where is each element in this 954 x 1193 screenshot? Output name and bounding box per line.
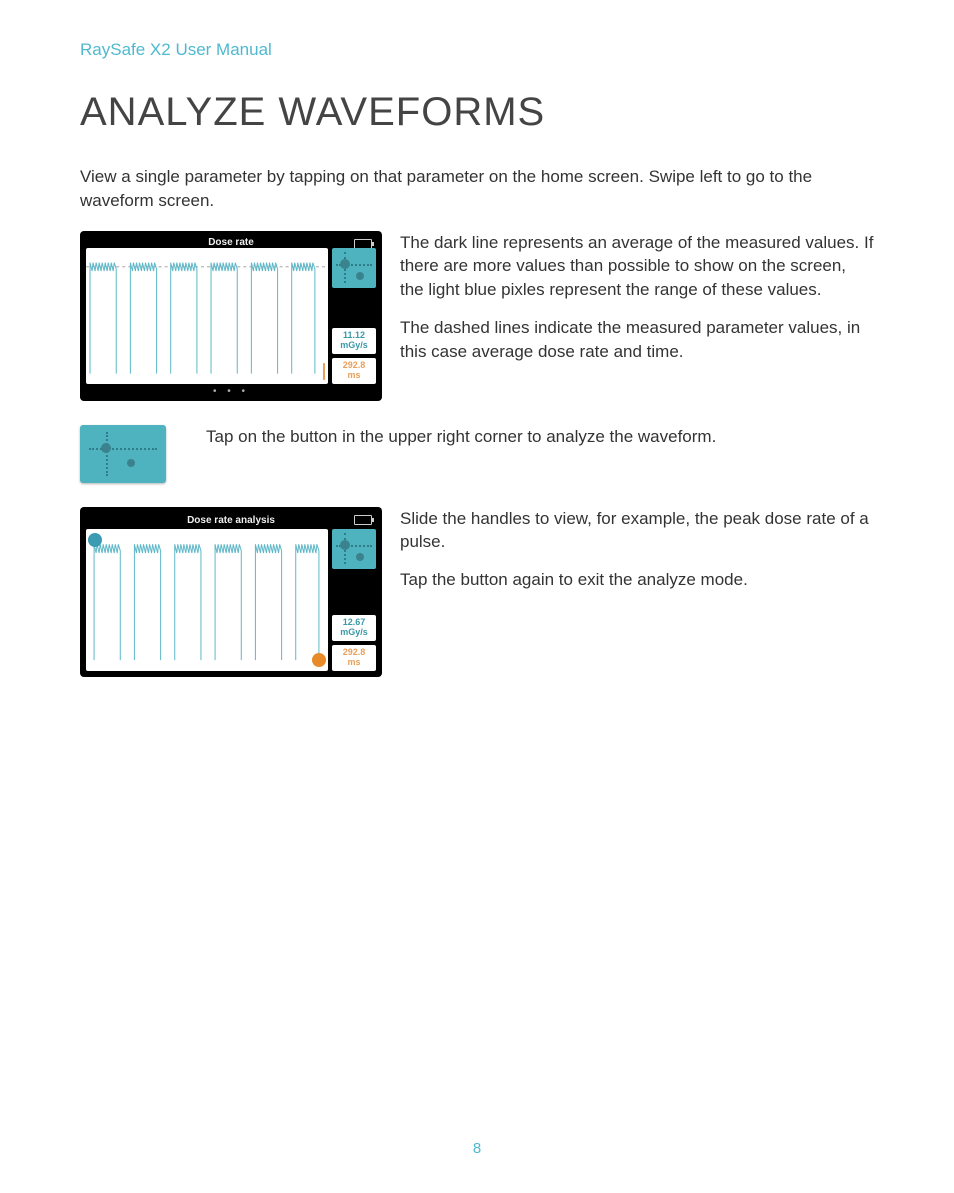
doc-header: RaySafe X2 User Manual	[80, 40, 874, 60]
page-title: ANALYZE WAVEFORMS	[80, 90, 874, 135]
dose-rate-value: 12.67 mGy/s	[332, 615, 376, 641]
page-number: 8	[0, 1140, 954, 1157]
waveform-svg	[86, 529, 328, 671]
device-screenshot-analysis: Dose rate analysis	[80, 507, 382, 677]
para-dashed-lines: The dashed lines indicate the measured p…	[400, 316, 874, 364]
para-tap-exit: Tap the button again to exit the analyze…	[400, 568, 874, 592]
time-value: 292.8 ms	[332, 358, 376, 384]
time-value: 292.8 ms	[332, 645, 376, 671]
device-title: Dose rate analysis	[187, 515, 275, 526]
waveform-plot-analysis	[86, 529, 328, 671]
device-screenshot-doserate: Dose rate	[80, 231, 382, 401]
battery-icon	[354, 515, 372, 525]
waveform-svg	[86, 248, 328, 384]
waveform-plot	[86, 248, 328, 384]
slider-handle-orange[interactable]	[312, 653, 326, 667]
analyze-button[interactable]	[332, 248, 376, 288]
row-analyze-button: Tap on the button in the upper right cor…	[80, 425, 874, 483]
row-waveform-analysis: Dose rate analysis	[80, 507, 874, 677]
analyze-button-closeup[interactable]	[80, 425, 166, 483]
para-avg-line: The dark line represents an average of t…	[400, 231, 874, 302]
analyze-button-active[interactable]	[332, 529, 376, 569]
intro-text: View a single parameter by tapping on th…	[80, 165, 874, 213]
row-waveform-view: Dose rate	[80, 231, 874, 401]
device-title: Dose rate	[208, 237, 254, 248]
dose-rate-value: 11.12 mGy/s	[332, 328, 376, 354]
page-dots: • • •	[86, 386, 376, 397]
slider-handle-blue[interactable]	[88, 533, 102, 547]
para-slide-handles: Slide the handles to view, for example, …	[400, 507, 874, 555]
para-tap-analyze: Tap on the button in the upper right cor…	[206, 425, 874, 449]
